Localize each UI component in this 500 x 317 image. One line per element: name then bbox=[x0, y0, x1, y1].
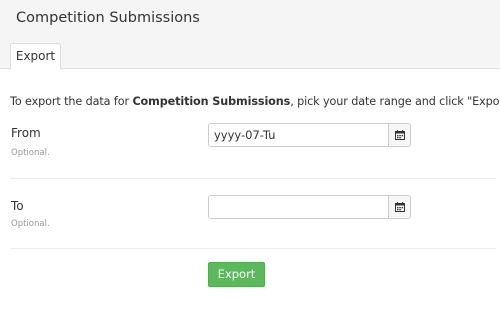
from-date-input[interactable] bbox=[208, 123, 389, 147]
export-instructions: To export the data for Competition Submi… bbox=[10, 95, 500, 108]
page-title: Competition Submissions bbox=[16, 10, 200, 26]
calendar-icon bbox=[395, 130, 405, 140]
to-hint: Optional. bbox=[11, 219, 50, 229]
from-calendar-button[interactable] bbox=[388, 123, 411, 147]
instructions-prefix: To export the data for bbox=[10, 95, 133, 108]
from-hint: Optional. bbox=[11, 148, 50, 158]
from-label: From bbox=[11, 126, 41, 140]
instructions-subject: Competition Submissions bbox=[132, 95, 291, 108]
calendar-icon bbox=[395, 202, 405, 212]
row-divider bbox=[10, 248, 496, 249]
to-label: To bbox=[11, 199, 24, 213]
page-header: Competition Submissions Export bbox=[0, 0, 500, 70]
to-calendar-button[interactable] bbox=[388, 195, 411, 219]
to-date-input[interactable] bbox=[208, 195, 389, 219]
row-divider bbox=[10, 178, 496, 179]
tab-export[interactable]: Export bbox=[10, 43, 61, 70]
export-button[interactable]: Export bbox=[208, 262, 265, 287]
instructions-suffix: , pick your date range and click "Export… bbox=[290, 95, 500, 108]
